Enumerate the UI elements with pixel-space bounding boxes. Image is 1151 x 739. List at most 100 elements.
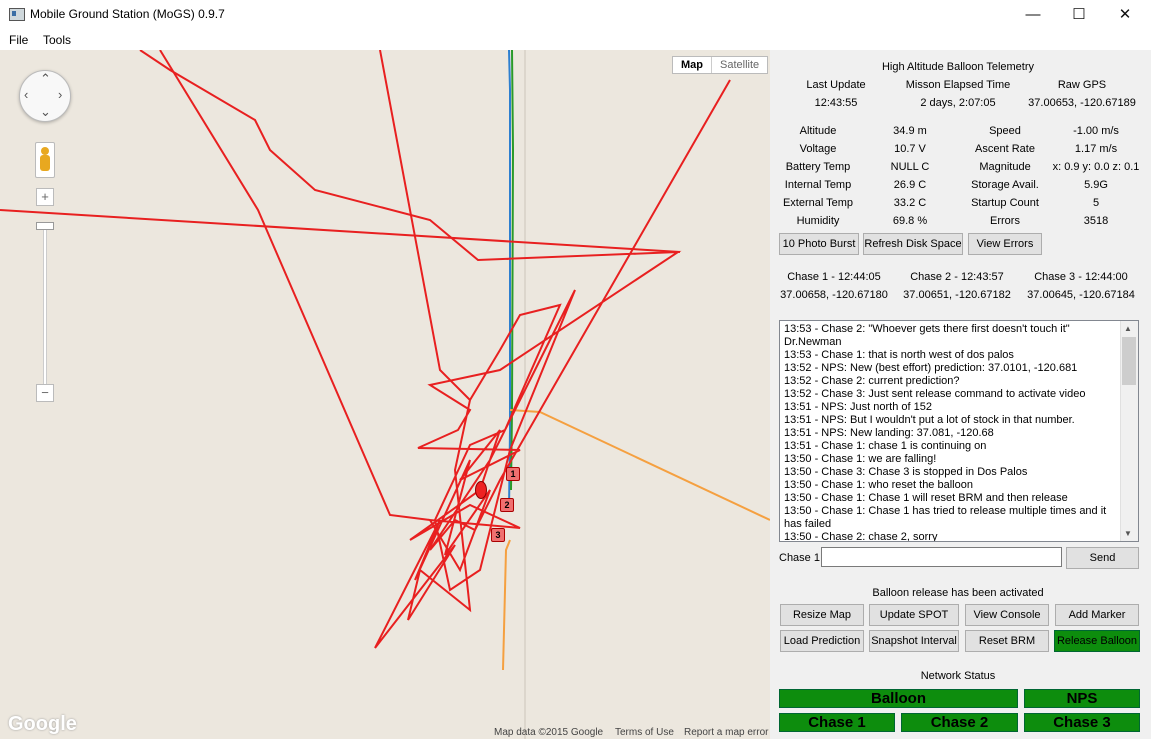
errors-value: 3518 [1083, 215, 1109, 227]
chase-3-coords: 37.00645, -120.67184 [1027, 289, 1135, 301]
console-lines: 13:53 - Chase 2: "Whoever gets there fir… [784, 323, 1119, 541]
console-line: 13:52 - Chase 2: current prediction? [784, 375, 960, 387]
reset-brm-button[interactable]: Reset BRM [965, 630, 1049, 652]
view-errors-button[interactable]: View Errors [968, 233, 1042, 255]
gps-label: Raw GPS [1057, 79, 1107, 91]
altitude-value: 34.9 m [893, 125, 927, 137]
console-scrollbar[interactable]: ▲ ▼ [1120, 321, 1138, 541]
battery-temp-value: NULL C [890, 161, 930, 173]
network-status-title: Network Status [920, 670, 996, 682]
console-line: 13:51 - Chase 1: chase 1 is continuing o… [784, 440, 987, 452]
balloon-track-4 [379, 50, 471, 401]
map-type-map[interactable]: Map [673, 57, 712, 73]
speed-label: Speed [989, 125, 1021, 137]
pan-control[interactable]: ⌃ ⌄ ‹ › [19, 70, 71, 122]
update-spot-button[interactable]: Update SPOT [869, 604, 959, 626]
map-type-control: Map Satellite [672, 56, 769, 74]
chase-marker-1[interactable]: 1 [506, 467, 520, 481]
network-nps: NPS [1024, 689, 1140, 708]
balloon-track-2 [0, 209, 681, 253]
refresh-disk-button[interactable]: Refresh Disk Space [863, 233, 963, 255]
console-line: 13:50 - Chase 3: Chase 3 is stopped in D… [784, 466, 1028, 478]
terms-link[interactable]: Terms of Use [615, 727, 674, 738]
scrollbar-thumb[interactable] [1122, 337, 1136, 385]
console-line: 13:53 - Chase 1: that is north west of d… [784, 349, 1014, 361]
gps-value: 37.00653, -120.67189 [1028, 97, 1136, 109]
add-marker-button[interactable]: Add Marker [1055, 604, 1139, 626]
chase-2-coords: 37.00651, -120.67182 [903, 289, 1011, 301]
message-console[interactable]: 13:53 - Chase 2: "Whoever gets there fir… [779, 320, 1139, 542]
scroll-down-icon[interactable]: ▼ [1124, 529, 1132, 538]
release-balloon-button[interactable]: Release Balloon [1054, 630, 1140, 652]
console-line: 13:51 - NPS: But I wouldn't put a lot of… [784, 414, 1075, 426]
minimize-button[interactable]: — [1010, 0, 1056, 30]
console-line: 13:50 - Chase 1: Chase 1 has tried to re… [784, 505, 1107, 530]
zoom-slider-track[interactable] [43, 227, 47, 387]
map-view[interactable]: ⌃ ⌄ ‹ › + − Map Satellite 1 2 3 Google M… [0, 50, 770, 739]
report-error-link[interactable]: Report a map error [684, 727, 768, 738]
status-message: Balloon release has been activated [872, 587, 1044, 599]
title-bar: Mobile Ground Station (MoGS) 0.9.7 — ☐ ✕ [0, 0, 1151, 30]
view-console-button[interactable]: View Console [965, 604, 1049, 626]
last-update-value: 12:43:55 [814, 97, 858, 109]
menu-tools[interactable]: Tools [43, 33, 71, 47]
console-line: 13:51 - NPS: New landing: 37.081, -120.6… [784, 427, 994, 439]
console-line: 13:53 - Chase 2: "Whoever gets there fir… [784, 323, 1070, 348]
external-temp-label: External Temp [782, 197, 854, 209]
telemetry-header: High Altitude Balloon Telemetry [881, 61, 1035, 73]
console-line: 13:52 - NPS: New (best effort) predictio… [784, 362, 1078, 374]
scroll-up-icon[interactable]: ▲ [1124, 324, 1132, 333]
pan-down-icon[interactable]: ⌄ [40, 104, 51, 120]
elapsed-label: Misson Elapsed Time [905, 79, 1011, 91]
zoom-out-button[interactable]: − [36, 384, 54, 402]
storage-label: Storage Avail. [971, 179, 1039, 191]
chat-sender-label: Chase 1 [779, 552, 820, 564]
zoom-in-button[interactable]: + [36, 188, 54, 206]
balloon-marker-icon[interactable] [475, 481, 487, 499]
chase-1-title: Chase 1 - 12:44:05 [787, 271, 881, 283]
console-line: 13:50 - Chase 1: who reset the balloon [784, 479, 973, 491]
chase-blue-track [508, 50, 511, 511]
chase-green-track [510, 50, 515, 491]
load-prediction-button[interactable]: Load Prediction [780, 630, 864, 652]
last-update-label: Last Update [806, 79, 866, 91]
map-type-satellite[interactable]: Satellite [712, 57, 767, 73]
menu-bar: File Tools [0, 30, 1151, 50]
chat-input[interactable] [821, 547, 1062, 567]
ascent-rate-value: 1.17 m/s [1074, 143, 1118, 155]
pan-left-icon[interactable]: ‹ [24, 87, 28, 102]
send-button[interactable]: Send [1066, 547, 1139, 569]
network-chase-1: Chase 1 [779, 713, 895, 732]
humidity-value: 69.8 % [892, 215, 928, 227]
maximize-button[interactable]: ☐ [1056, 0, 1102, 30]
console-line: 13:52 - Chase 3: Just sent release comma… [784, 388, 1086, 400]
chase-marker-3[interactable]: 3 [491, 528, 505, 542]
balloon-track-3 [159, 50, 431, 521]
startup-count-label: Startup Count [971, 197, 1039, 209]
storage-value: 5.9G [1084, 179, 1108, 191]
pan-up-icon[interactable]: ⌃ [40, 71, 51, 87]
prediction-track [509, 409, 770, 521]
google-logo: Google [8, 713, 77, 735]
speed-value: -1.00 m/s [1073, 125, 1119, 137]
street-view-pegman-icon[interactable] [35, 142, 55, 178]
magnitude-label: Magnitude [979, 161, 1031, 173]
magnitude-value: x: 0.9 y: 0.0 z: 0.1 [1052, 161, 1140, 173]
photo-burst-button[interactable]: 10 Photo Burst [779, 233, 859, 255]
balloon-track [139, 50, 731, 649]
voltage-label: Voltage [799, 143, 837, 155]
elapsed-value: 2 days, 2:07:05 [920, 97, 996, 109]
chase-3-title: Chase 3 - 12:44:00 [1034, 271, 1128, 283]
telemetry-panel: High Altitude Balloon Telemetry Last Upd… [770, 50, 1151, 739]
ascent-rate-label: Ascent Rate [975, 143, 1035, 155]
menu-file[interactable]: File [9, 33, 28, 47]
external-temp-value: 33.2 C [893, 197, 927, 209]
close-button[interactable]: ✕ [1102, 0, 1148, 30]
errors-label: Errors [990, 215, 1020, 227]
zoom-slider-thumb[interactable] [36, 222, 54, 230]
chase-marker-2[interactable]: 2 [500, 498, 514, 512]
resize-map-button[interactable]: Resize Map [780, 604, 864, 626]
pan-right-icon[interactable]: › [58, 87, 62, 102]
network-chase-3: Chase 3 [1024, 713, 1140, 732]
snapshot-interval-button[interactable]: Snapshot Interval [869, 630, 959, 652]
